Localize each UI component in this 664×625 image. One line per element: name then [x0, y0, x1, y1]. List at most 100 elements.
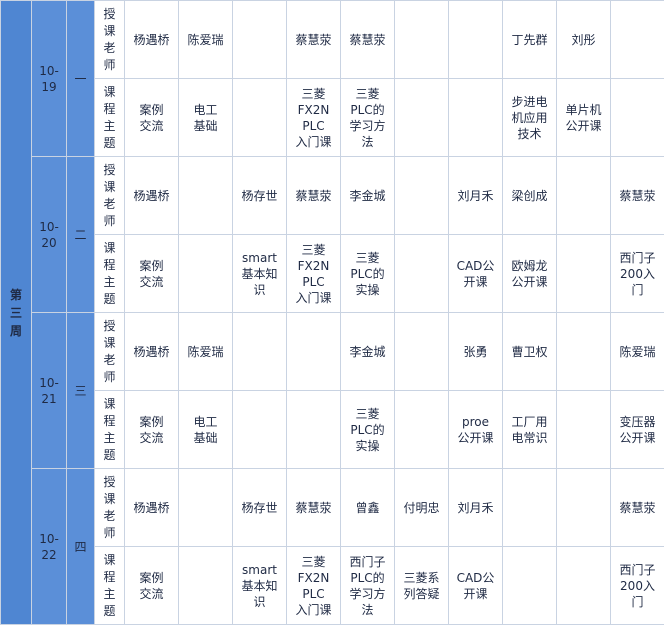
teacher-cell[interactable]: 杨遇桥: [124, 312, 179, 391]
topic-cell[interactable]: smart 基本知识: [232, 546, 287, 625]
topic-cell[interactable]: 案例 交流: [124, 234, 179, 313]
teacher-cell[interactable]: 陈爱瑞: [610, 312, 664, 391]
topic-cell[interactable]: 工厂用 电常识: [502, 390, 557, 469]
teacher-cell[interactable]: [394, 312, 449, 391]
topic-cell[interactable]: 欧姆龙 公开课: [502, 234, 557, 313]
teacher-cell[interactable]: [178, 156, 233, 235]
topic-cell[interactable]: 案例 交流: [124, 78, 179, 157]
topic-cell[interactable]: proe 公开课: [448, 390, 503, 469]
topic-cell[interactable]: smart 基本知识: [232, 234, 287, 313]
teacher-cell[interactable]: [232, 312, 287, 391]
teacher-cell[interactable]: 陈爱瑞: [178, 0, 233, 79]
topic-cell[interactable]: 三菱 FX2N PLC 入门课: [286, 78, 341, 157]
topic-line: 200入: [620, 266, 655, 281]
teacher-cell[interactable]: 刘月禾: [448, 468, 503, 547]
topic-cell[interactable]: [178, 234, 233, 313]
topic-cell[interactable]: 变压器 公开课: [610, 390, 664, 469]
topic-cell[interactable]: [502, 546, 557, 625]
topic-cell[interactable]: 单片机 公开课: [556, 78, 611, 157]
teacher-cell[interactable]: [556, 468, 611, 547]
topic-cell[interactable]: 三菱 FX2N PLC 入门课: [286, 234, 341, 313]
topic-line: 公开课: [457, 430, 494, 445]
topic-cell[interactable]: CAD公 开课: [448, 546, 503, 625]
teacher-name: 陈爱瑞: [619, 344, 656, 359]
teacher-cell[interactable]: [502, 468, 557, 547]
topic-line: 西门子: [619, 250, 656, 265]
teacher-cell[interactable]: [232, 0, 287, 79]
topic-line: 交流: [139, 586, 164, 601]
topic-cell[interactable]: 案例 交流: [124, 390, 179, 469]
teacher-cell[interactable]: 杨存世: [232, 156, 287, 235]
weekday-text: 二: [74, 227, 87, 242]
topic-line: 案例: [139, 258, 164, 273]
teacher-cell[interactable]: [448, 0, 503, 79]
topic-line: 单片机: [565, 102, 602, 117]
topic-cell[interactable]: [448, 78, 503, 157]
teacher-cell[interactable]: [394, 0, 449, 79]
teacher-name: 蔡慧荥: [619, 188, 656, 203]
teacher-cell[interactable]: 刘月禾: [448, 156, 503, 235]
topic-cell[interactable]: [232, 78, 287, 157]
topic-line: 三菱系: [403, 570, 440, 585]
topic-line: 门: [631, 594, 644, 609]
topic-line: 西门子: [349, 554, 386, 569]
topic-cell[interactable]: 电工 基础: [178, 78, 233, 157]
teacher-cell[interactable]: 曾鑫: [340, 468, 395, 547]
teacher-cell[interactable]: 梁创成: [502, 156, 557, 235]
teacher-cell[interactable]: 李金城: [340, 156, 395, 235]
teacher-cell[interactable]: 杨遇桥: [124, 0, 179, 79]
teacher-cell[interactable]: [178, 468, 233, 547]
topic-line: CAD公: [456, 258, 495, 273]
teacher-cell[interactable]: 蔡慧荥: [610, 468, 664, 547]
topic-line: 技术: [517, 126, 542, 141]
teacher-cell[interactable]: 蔡慧荥: [610, 156, 664, 235]
topic-cell[interactable]: [556, 390, 611, 469]
topic-line: 电常识: [511, 430, 548, 445]
teacher-cell[interactable]: [610, 0, 664, 79]
teacher-cell[interactable]: 张勇: [448, 312, 503, 391]
topic-cell[interactable]: [610, 78, 664, 157]
topic-cell[interactable]: 三菱 FX2N PLC 入门课: [286, 546, 341, 625]
teacher-cell[interactable]: 杨存世: [232, 468, 287, 547]
teacher-cell[interactable]: 蔡慧荥: [286, 0, 341, 79]
teacher-cell[interactable]: 李金城: [340, 312, 395, 391]
teacher-cell[interactable]: 蔡慧荥: [286, 156, 341, 235]
weekday-text: 三: [74, 383, 87, 398]
teacher-cell[interactable]: 陈爱瑞: [178, 312, 233, 391]
teacher-cell[interactable]: 刘彤: [556, 0, 611, 79]
topic-cell[interactable]: 西门子 PLC的 学习方法: [340, 546, 395, 625]
topic-cell[interactable]: 三菱 PLC的 实操: [340, 234, 395, 313]
topic-cell[interactable]: [394, 390, 449, 469]
topic-cell[interactable]: 三菱系 列答疑: [394, 546, 449, 625]
topic-cell[interactable]: [286, 390, 341, 469]
teacher-cell[interactable]: 丁先群: [502, 0, 557, 79]
teacher-cell[interactable]: [394, 156, 449, 235]
teacher-cell[interactable]: 蔡慧荥: [286, 468, 341, 547]
topic-cell[interactable]: 案例 交流: [124, 546, 179, 625]
teacher-name: 李金城: [349, 188, 386, 203]
teacher-cell[interactable]: 杨遇桥: [124, 156, 179, 235]
teacher-cell[interactable]: 曹卫权: [502, 312, 557, 391]
teacher-cell[interactable]: 蔡慧荥: [340, 0, 395, 79]
teacher-cell[interactable]: [556, 156, 611, 235]
topic-cell[interactable]: [394, 78, 449, 157]
topic-cell[interactable]: 步进电 机应用 技术: [502, 78, 557, 157]
topic-line: 基本知: [241, 266, 278, 281]
topic-line: 基础: [193, 430, 218, 445]
topic-cell[interactable]: 西门子 200入门: [610, 546, 664, 625]
teacher-cell[interactable]: [286, 312, 341, 391]
topic-line: 变压器: [619, 414, 656, 429]
topic-cell[interactable]: [178, 546, 233, 625]
topic-cell[interactable]: 西门子 200入门: [610, 234, 664, 313]
topic-cell[interactable]: 电工 基础: [178, 390, 233, 469]
teacher-cell[interactable]: 付明忠: [394, 468, 449, 547]
topic-cell[interactable]: [556, 546, 611, 625]
topic-cell[interactable]: [394, 234, 449, 313]
topic-cell[interactable]: [556, 234, 611, 313]
teacher-cell[interactable]: [556, 312, 611, 391]
topic-cell[interactable]: 三菱 PLC的 学习方法: [340, 78, 395, 157]
topic-cell[interactable]: 三菱 PLC的 实操: [340, 390, 395, 469]
teacher-cell[interactable]: 杨遇桥: [124, 468, 179, 547]
topic-cell[interactable]: [232, 390, 287, 469]
topic-cell[interactable]: CAD公 开课: [448, 234, 503, 313]
